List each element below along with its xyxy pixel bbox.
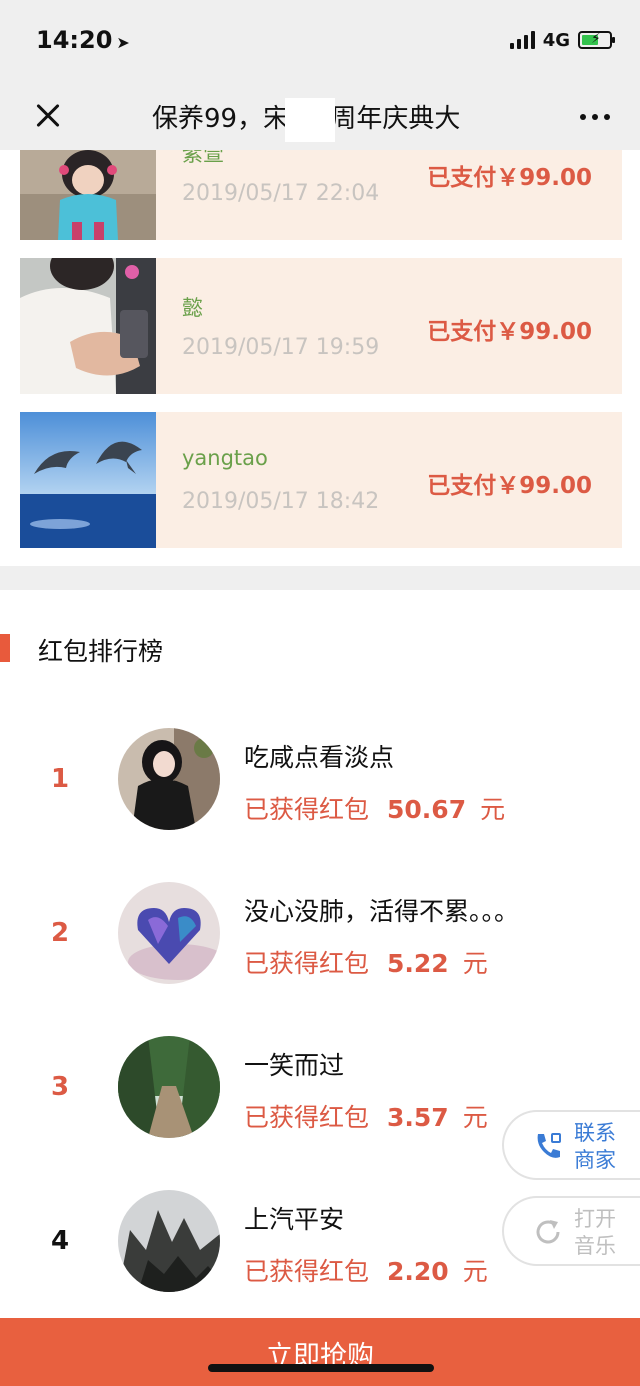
buy-now-button[interactable]: 立即抢购 [0,1318,640,1386]
contact-label-line2: 商家 [574,1148,616,1172]
avatar [118,728,220,830]
rank-name: 一笑而过 [244,1051,345,1080]
home-indicator[interactable] [208,1364,434,1372]
contact-merchant-button[interactable]: 联系 商家 [502,1110,640,1180]
music-label-line2: 音乐 [574,1234,616,1258]
avatar [118,1036,220,1138]
earning-unit: 元 [462,1103,488,1132]
rank-name: 上汽平安 [244,1205,345,1234]
section-divider [0,566,640,590]
open-music-button[interactable]: 打开 音乐 [502,1196,640,1266]
order-item: yangtao 2019/05/17 18:42 已支付￥99.00 [20,412,622,548]
redaction-mask [285,98,335,142]
status-time-text: 14:20 [36,26,113,54]
music-label: 打开 音乐 [574,1206,628,1260]
avatar [118,1190,220,1292]
more-icon[interactable] [580,110,610,124]
status-time: 14:20 ➤ [36,26,130,54]
rank-earning: 已获得红包 3.57 元 [244,1098,488,1134]
earning-unit: 元 [462,949,488,978]
earning-label: 已获得红包 [244,1257,370,1286]
rank-row: 1 吃咸点看淡点 已获得红包 50.67 元 [0,728,640,838]
rank-name: 没心没肺，活得不累。。。 [244,897,520,926]
order-time: 2019/05/17 22:04 [182,181,380,206]
page-title: 保养99，宋 14周年庆典大 [152,98,522,138]
rank-number: 2 [50,918,70,948]
order-item: 紫萱 2019/05/17 22:04 已支付￥99.00 [20,150,622,240]
earning-unit: 元 [480,795,506,824]
charging-bolt-icon: ⚡ [591,31,601,47]
rank-number: 3 [50,1072,70,1102]
order-name: 紫萱 [182,150,224,166]
rank-row: 2 没心没肺，活得不累。。。 已获得红包 5.22 元 [0,882,640,992]
ranking-title: 红包排行榜 [38,637,164,666]
earning-amount: 2.20 [387,1257,449,1286]
rank-number: 1 [50,764,70,794]
section-accent-bar [0,634,10,662]
earning-label: 已获得红包 [244,795,370,824]
contact-label-line1: 联系 [574,1121,616,1145]
network-type: 4G [542,29,570,51]
earning-amount: 50.67 [387,795,467,824]
earning-amount: 3.57 [387,1103,449,1132]
rank-name: 吃咸点看淡点 [244,743,395,772]
earning-label: 已获得红包 [244,1103,370,1132]
order-avatar [20,150,156,240]
status-bar: 14:20 ➤ 4G ⚡ [0,0,640,80]
order-name: 懿 [182,296,203,320]
order-status: 已支付￥99.00 [427,473,592,499]
music-label-line1: 打开 [574,1207,616,1231]
refresh-icon [532,1216,564,1248]
rank-earning: 已获得红包 2.20 元 [244,1252,488,1288]
signal-icon [509,31,535,49]
earning-amount: 5.22 [387,949,449,978]
close-icon[interactable] [30,98,66,134]
rank-earning: 已获得红包 50.67 元 [244,790,505,826]
phone-icon [532,1130,564,1162]
order-time: 2019/05/17 19:59 [182,335,380,360]
order-status: 已支付￥99.00 [427,319,592,345]
order-avatar [20,412,156,548]
status-indicators: 4G ⚡ [509,28,615,52]
earning-label: 已获得红包 [244,949,370,978]
order-item: 懿 2019/05/17 19:59 已支付￥99.00 [20,258,622,394]
order-name: yangtao [182,446,268,470]
order-avatar [20,258,156,394]
order-list: 紫萱 2019/05/17 22:04 已支付￥99.00 懿 2019/05/… [0,150,640,566]
earning-unit: 元 [462,1257,488,1286]
battery-icon: ⚡ [578,31,615,49]
order-time: 2019/05/17 18:42 [182,489,380,514]
avatar [118,882,220,984]
location-arrow-icon: ➤ [116,33,130,52]
contact-label: 联系 商家 [574,1120,628,1174]
order-status: 已支付￥99.00 [427,165,592,191]
rank-earning: 已获得红包 5.22 元 [244,944,488,980]
rank-number: 4 [50,1226,70,1256]
